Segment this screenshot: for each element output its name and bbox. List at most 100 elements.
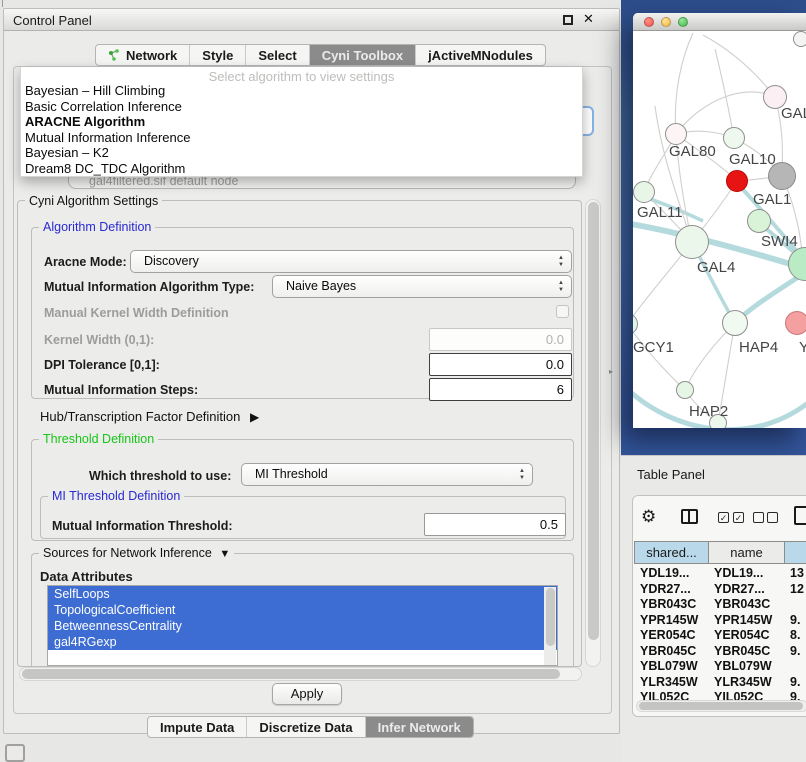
sources-expander[interactable]: Sources for Network Inference ▼ [39, 546, 234, 560]
node-label: SWI4 [761, 233, 798, 250]
hscroll-thumb[interactable] [22, 669, 560, 679]
table-row[interactable]: YLR345W YLR345W 9. [634, 675, 806, 691]
table-row[interactable]: YBR045C YBR045C 9. [634, 644, 806, 660]
close-icon[interactable]: ✕ [583, 11, 594, 27]
checked-checkbox-icon[interactable]: ✓ [733, 512, 744, 523]
node-label: Y [799, 339, 806, 356]
manual-kernel-checkbox[interactable] [556, 305, 569, 318]
control-panel-titlebar: Control Panel ✕ [4, 9, 619, 31]
zoom-traffic-light[interactable] [678, 17, 688, 27]
dropdown-placeholder: Select algorithm to view settings [21, 67, 582, 83]
collapsed-panel-icon[interactable] [5, 744, 25, 762]
dropdown-item[interactable]: Dream8 DC_TDC Algorithm [21, 161, 582, 177]
network-node-gal4[interactable] [675, 225, 709, 259]
document-icon[interactable] [794, 506, 806, 525]
app-root: Control Panel ✕ Network Style Select [0, 0, 806, 762]
network-window-titlebar [633, 13, 806, 31]
network-node-salmon[interactable] [785, 311, 806, 335]
gear-icon[interactable]: ⚙ [641, 507, 656, 527]
node-label: HAP2 [689, 403, 728, 420]
node-label: GAL1 [753, 191, 791, 208]
threshold-definition-title: Threshold Definition [39, 432, 158, 446]
float-panel-icon[interactable] [563, 15, 573, 25]
hub-definition-expander[interactable]: Hub/Transcription Factor Definition ▶ [40, 409, 259, 424]
table-panel-title: Table Panel [637, 467, 705, 482]
hub-definition-label: Hub/Transcription Factor Definition [40, 409, 240, 424]
network-node-gal80[interactable] [665, 123, 687, 145]
panel-resize-handle[interactable]: ▸ [609, 367, 613, 376]
network-node-hap4[interactable] [722, 310, 748, 336]
table-row[interactable]: YPR145W YPR145W 9. [634, 613, 806, 629]
table-row[interactable]: YBL079W YBL079W [634, 659, 806, 675]
table-card: ⚙ ✓ ✓ shared... name YDL19... YDL19... 1… [632, 495, 806, 717]
checked-checkbox-icon[interactable]: ✓ [718, 512, 729, 523]
attribute-item-selected[interactable]: gal4RGexp [48, 634, 557, 650]
mi-threshold-group-title: MI Threshold Definition [48, 489, 184, 503]
aracne-mode-combo[interactable]: Discovery ▲▼ [130, 250, 572, 273]
network-icon [108, 49, 121, 62]
mi-threshold-field[interactable]: 0.5 [424, 513, 566, 536]
network-node-selected-red[interactable] [726, 170, 748, 192]
minimize-traffic-light[interactable] [661, 17, 671, 27]
attribute-item-selected[interactable]: SelfLoops [48, 586, 557, 602]
tab-select[interactable]: Select [245, 45, 308, 65]
dpi-tolerance-label: DPI Tolerance [0,1]: [44, 358, 160, 372]
network-node-hap2[interactable] [676, 381, 694, 399]
tab-cyni-toolbox[interactable]: Cyni Toolbox [309, 45, 415, 65]
tab-style[interactable]: Style [189, 45, 245, 65]
node-label: GAL4 [697, 259, 735, 276]
dropdown-item[interactable]: Bayesian – K2 [21, 145, 582, 161]
attribute-item-selected[interactable]: BetweennessCentrality [48, 618, 557, 634]
data-attributes-list: SelfLoops TopologicalCoefficient Between… [47, 585, 558, 666]
table-row[interactable]: YBR043C YBR043C [634, 597, 806, 613]
table-horizontal-scrollbar[interactable] [636, 700, 806, 712]
control-panel-window: Control Panel ✕ Network Style Select [3, 8, 620, 734]
spinner-icon: ▲▼ [558, 255, 564, 269]
network-canvas[interactable]: GAL GAL80 GAL10 GAL1 GAL11 SWI4 GAL4 HAP… [633, 31, 806, 428]
dpi-tolerance-field[interactable]: 0.0 [429, 353, 572, 376]
which-threshold-combo[interactable]: MI Threshold ▲▼ [241, 463, 533, 486]
table-row[interactable]: YDR27... YDR27... 12 [634, 582, 806, 598]
column-header-name[interactable]: name [709, 541, 785, 564]
apply-button[interactable]: Apply [272, 683, 342, 705]
control-panel-tabs: Network Style Select Cyni Toolbox jActiv… [95, 44, 546, 66]
network-node-swi4[interactable] [747, 209, 771, 233]
close-traffic-light[interactable] [644, 17, 654, 27]
unchecked-checkbox-icon[interactable] [767, 512, 778, 523]
mi-type-combo[interactable]: Naive Bayes ▲▼ [272, 275, 572, 298]
tab-discretize-data[interactable]: Discretize Data [246, 717, 364, 737]
network-node-gal11[interactable] [633, 181, 655, 203]
dropdown-item[interactable]: Bayesian – Hill Climbing [21, 83, 582, 99]
tab-label: Style [202, 45, 233, 66]
table-row[interactable]: YER054C YER054C 8. [634, 628, 806, 644]
network-node-gal10[interactable] [723, 127, 745, 149]
columns-icon[interactable] [681, 509, 698, 524]
tab-impute-data[interactable]: Impute Data [148, 717, 246, 737]
vscroll-thumb[interactable] [588, 202, 599, 640]
table-hscroll-thumb[interactable] [639, 702, 803, 710]
attribute-list-scrollbar[interactable] [544, 587, 556, 666]
column-header-partial[interactable] [785, 541, 806, 564]
settings-vertical-scrollbar[interactable] [585, 199, 601, 667]
column-header-shared-name[interactable]: shared... [634, 541, 709, 564]
network-view-window: GAL GAL80 GAL10 GAL1 GAL11 SWI4 GAL4 HAP… [633, 13, 806, 428]
tab-jactivemnodules[interactable]: jActiveMNodules [415, 45, 545, 65]
node-label: GAL11 [637, 204, 683, 221]
tab-infer-network[interactable]: Infer Network [365, 717, 473, 737]
mi-type-value: Naive Bayes [286, 279, 356, 293]
node-label: GAL80 [669, 143, 716, 160]
sources-title: Sources for Network Inference [43, 546, 212, 560]
mi-steps-field[interactable]: 6 [429, 378, 572, 401]
tab-network[interactable]: Network [96, 45, 189, 65]
dropdown-item[interactable]: Mutual Information Inference [21, 130, 582, 146]
tab-label: Impute Data [160, 717, 234, 738]
dropdown-item[interactable]: Basic Correlation Inference [21, 99, 582, 115]
unchecked-checkbox-icon[interactable] [753, 512, 764, 523]
attribute-item-selected[interactable]: TopologicalCoefficient [48, 602, 557, 618]
table-row[interactable]: YDL19... YDL19... 13 [634, 566, 806, 582]
network-node[interactable] [793, 31, 806, 47]
which-threshold-value: MI Threshold [255, 467, 328, 481]
settings-horizontal-scrollbar[interactable] [19, 667, 582, 681]
dropdown-item-selected[interactable]: ARACNE Algorithm [21, 114, 582, 130]
kernel-width-field[interactable]: 0.0 [429, 328, 572, 351]
